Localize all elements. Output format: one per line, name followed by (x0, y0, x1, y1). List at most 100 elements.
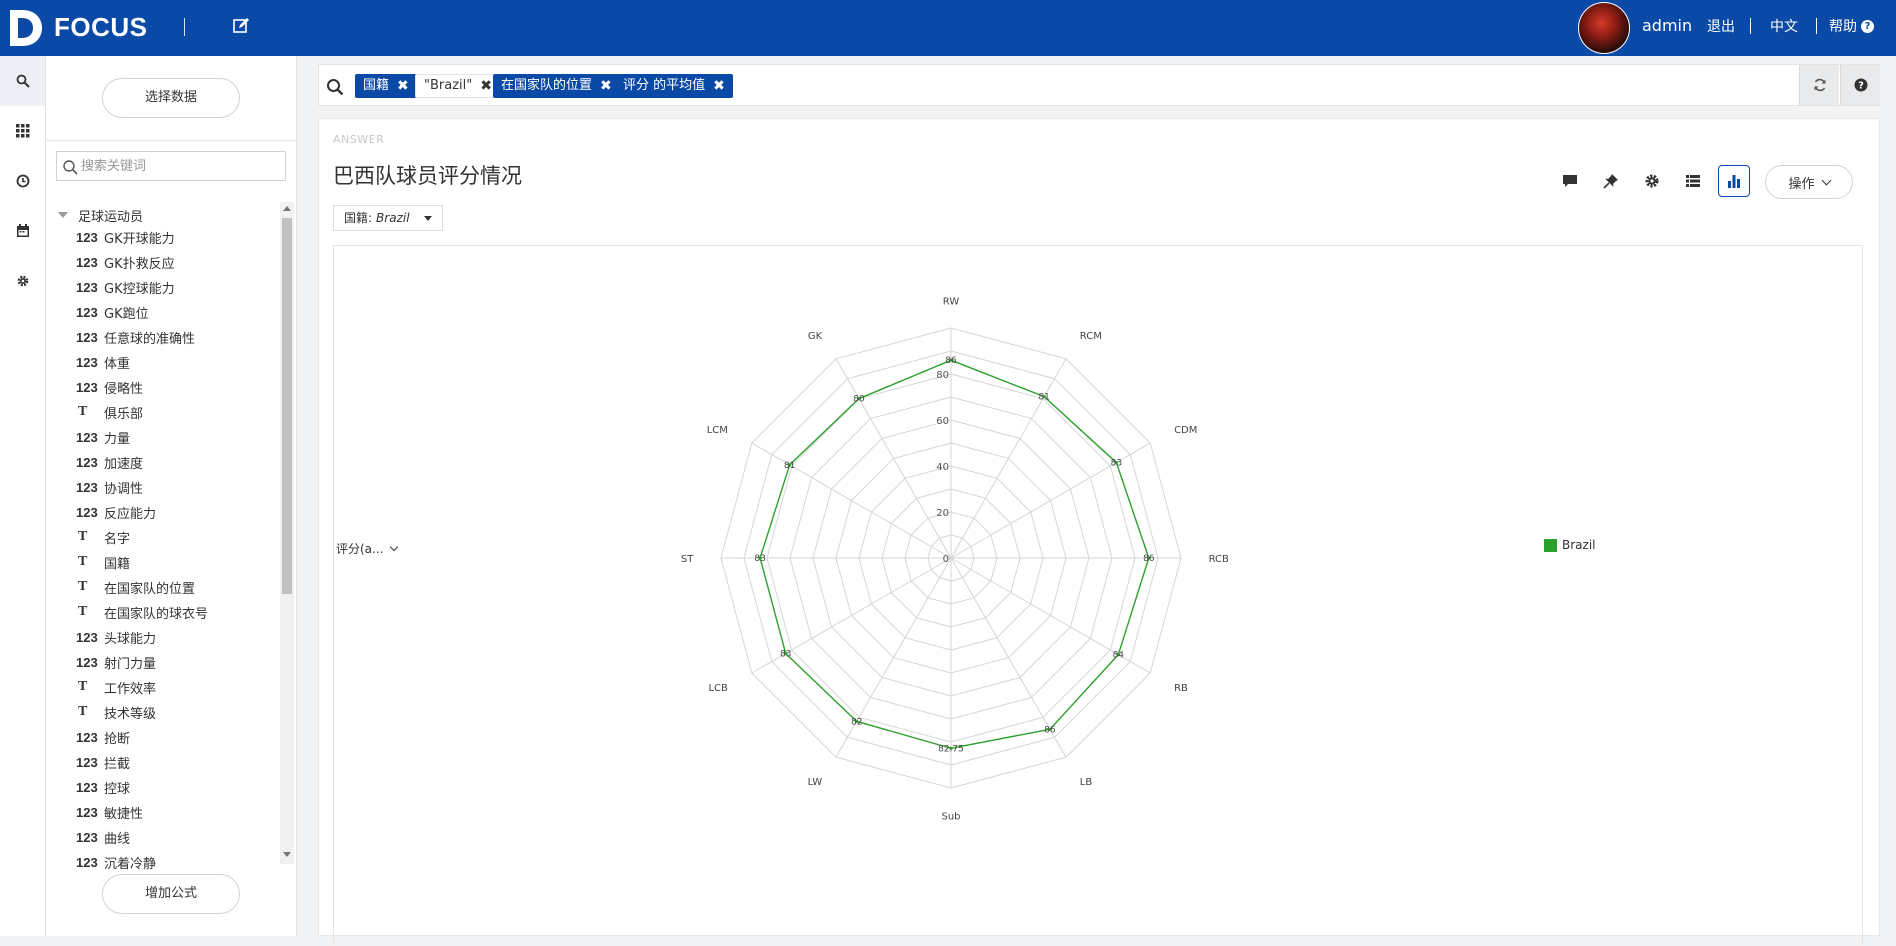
edit-icon[interactable] (232, 17, 250, 35)
refresh-icon (1814, 78, 1825, 92)
operations-button[interactable]: 操作 (1765, 165, 1853, 199)
measure-selector[interactable]: 评分(a... (336, 540, 399, 557)
search-token[interactable]: 国籍 ✖ (355, 74, 417, 98)
field-item[interactable]: 123 头球能力 (76, 626, 156, 648)
add-formula-button[interactable]: 增加公式 (102, 874, 240, 914)
help-button[interactable]: ? (1840, 65, 1880, 105)
gear-icon (17, 275, 28, 287)
remove-token-icon[interactable]: ✖ (600, 74, 612, 98)
table-view-button[interactable] (1677, 165, 1709, 197)
field-search (56, 151, 286, 181)
field-item[interactable]: 123 力量 (76, 426, 130, 448)
search-token[interactable]: "Brazil" ✖ (415, 74, 501, 98)
field-item[interactable]: 123 拦截 (76, 751, 130, 773)
refresh-button[interactable] (1799, 65, 1839, 105)
chart-view-button[interactable] (1718, 165, 1750, 197)
field-item[interactable]: 123 侵略性 (76, 376, 143, 398)
field-item[interactable]: 123 敏捷性 (76, 801, 143, 823)
number-type-icon: 123 (76, 479, 98, 495)
axis-label: CDM (1174, 425, 1197, 436)
field-item[interactable]: 123 射门力量 (76, 651, 156, 673)
text-type-icon: T (78, 404, 88, 419)
separator (1816, 18, 1817, 34)
token-label: 评分 的平均值 (623, 78, 706, 93)
field-item[interactable]: 123 反应能力 (76, 501, 156, 523)
field-item[interactable]: 123 体重 (76, 351, 130, 373)
remove-token-icon[interactable]: ✖ (713, 74, 725, 98)
help-label: 帮助 (1829, 19, 1857, 35)
logout-link[interactable]: 退出 (1707, 16, 1735, 36)
svg-text:?: ? (1858, 81, 1864, 92)
rail-settings[interactable] (0, 256, 45, 306)
rail-calendar[interactable] (0, 206, 45, 256)
field-item[interactable]: T 在国家队的位置 (76, 576, 195, 598)
field-item[interactable]: 123 控球 (76, 776, 130, 798)
answer-title[interactable]: 巴西队球员评分情况 (333, 160, 522, 190)
pin-button[interactable] (1595, 165, 1627, 197)
table-node[interactable]: 足球运动员 (58, 204, 143, 226)
question-icon: ? (1854, 78, 1867, 92)
remove-token-icon[interactable]: ✖ (397, 74, 409, 98)
field-item[interactable]: T 工作效率 (76, 676, 156, 698)
field-item[interactable]: T 俱乐部 (76, 401, 143, 423)
number-type-icon: 123 (76, 654, 98, 670)
field-name: 协调性 (104, 481, 144, 497)
text-type-icon: T (78, 679, 88, 694)
axis-label: RCB (1209, 554, 1229, 565)
text-type-icon: T (78, 554, 88, 569)
chart-area: 0 20 40 60 80 RW RCM CDM RCB RB LB Sub LW LCB ST LCM GK 8… (333, 245, 1863, 945)
field-name: GK开球能力 (104, 231, 175, 247)
search-token[interactable]: 评分 的平均值 ✖ (615, 74, 733, 98)
rail-history[interactable] (0, 156, 45, 206)
number-type-icon: 123 (76, 279, 98, 295)
rail-apps[interactable] (0, 106, 45, 156)
field-item[interactable]: 123 抢断 (76, 726, 130, 748)
field-name: 在国家队的位置 (104, 581, 196, 597)
remove-token-icon[interactable]: ✖ (480, 74, 492, 98)
select-data-button[interactable]: 选择数据 (102, 78, 240, 118)
field-search-input[interactable] (81, 156, 281, 176)
field-item[interactable]: T 名字 (76, 526, 130, 548)
axis-label: LCM (707, 425, 728, 436)
text-type-icon: T (78, 579, 88, 594)
calendar-icon (16, 224, 29, 237)
settings-button[interactable] (1636, 165, 1668, 197)
field-item[interactable]: 123 任意球的准确性 (76, 326, 195, 348)
text-type-icon: T (78, 604, 88, 619)
comment-button[interactable] (1554, 165, 1586, 197)
chart-view-icon (1728, 175, 1740, 188)
history-icon (16, 174, 29, 188)
chevron-down-icon (390, 542, 399, 551)
rail-search[interactable] (0, 56, 45, 106)
help-link[interactable]: 帮助 ? (1829, 16, 1874, 36)
scroll-down-icon[interactable] (283, 852, 291, 857)
user-name[interactable]: admin (1642, 16, 1692, 35)
search-token[interactable]: 在国家队的位置 ✖ (493, 74, 620, 98)
field-item[interactable]: 123 GK开球能力 (76, 226, 175, 248)
field-item[interactable]: 123 曲线 (76, 826, 130, 848)
field-item[interactable]: T 技术等级 (76, 701, 156, 723)
field-name: 在国家队的球衣号 (104, 606, 209, 622)
field-name: 加速度 (104, 456, 144, 472)
field-tree: 足球运动员 123 GK开球能力 123 GK扑救反应 123 GK控球能力 123 GK跑位… (46, 204, 280, 922)
chart-legend[interactable]: Brazil (1544, 538, 1596, 552)
search-bar: 国籍 ✖ "Brazil" ✖ 在国家队的位置 ✖ 评分 的平均值 ✖ ? (318, 64, 1880, 106)
field-item[interactable]: 123 GK控球能力 (76, 276, 175, 298)
field-item[interactable]: T 国籍 (76, 551, 130, 573)
nationality-filter[interactable]: 国籍: Brazil (333, 205, 443, 231)
field-item[interactable]: T 在国家队的球衣号 (76, 601, 208, 623)
number-type-icon: 123 (76, 254, 98, 270)
field-item[interactable]: 123 GK扑救反应 (76, 251, 175, 273)
number-type-icon: 123 (76, 229, 98, 245)
field-item[interactable]: 123 协调性 (76, 476, 143, 498)
scroll-up-icon[interactable] (283, 206, 291, 211)
field-item[interactable]: 123 沉着冷静 (76, 851, 156, 873)
field-item[interactable]: 123 加速度 (76, 451, 143, 473)
language-switch[interactable]: 中文 (1770, 16, 1798, 36)
field-name: GK跑位 (104, 306, 149, 322)
scrollbar-thumb[interactable] (282, 218, 292, 594)
collapse-triangle-icon[interactable] (58, 212, 68, 218)
number-type-icon: 123 (76, 829, 98, 845)
field-item[interactable]: 123 GK跑位 (76, 301, 149, 323)
avatar[interactable] (1578, 2, 1630, 54)
